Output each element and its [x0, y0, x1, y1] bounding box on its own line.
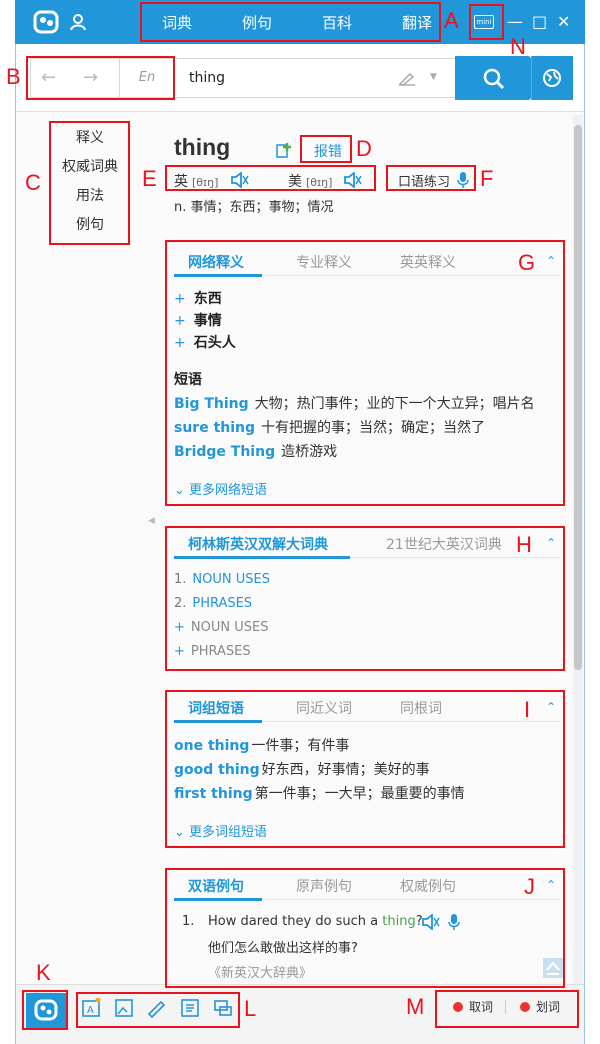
- annotation-box-n: [469, 4, 504, 40]
- youdao-logo-icon[interactable]: [33, 9, 59, 35]
- annotation-box-g: [165, 240, 565, 506]
- minimize-button[interactable]: —: [507, 12, 523, 32]
- annotation-box-e: [165, 165, 376, 191]
- add-to-wordbook-icon[interactable]: [276, 142, 292, 158]
- annotation-label-h: H: [516, 532, 532, 557]
- annotation-box-i: [165, 690, 565, 848]
- annotation-label-a: A: [444, 8, 459, 33]
- annotation-label-k: K: [36, 960, 51, 985]
- annotation-box-f: [386, 165, 476, 191]
- annotation-label-c: C: [25, 170, 41, 195]
- handwriting-icon[interactable]: [398, 70, 416, 86]
- annotation-label-j: J: [524, 874, 535, 899]
- annotation-box-a: [140, 2, 441, 42]
- user-icon[interactable]: [68, 12, 88, 32]
- collapse-side-icon[interactable]: ◀: [148, 516, 156, 536]
- annotation-label-d: D: [356, 136, 372, 161]
- annotation-box-l: [76, 992, 240, 1028]
- annotation-label-b: B: [6, 64, 21, 89]
- annotation-box-b: [26, 56, 175, 100]
- annotation-box-m: [435, 990, 579, 1028]
- globe-icon: [543, 69, 561, 87]
- web-search-button[interactable]: [531, 56, 573, 100]
- maximize-button[interactable]: □: [532, 12, 547, 32]
- annotation-label-e: E: [142, 166, 157, 191]
- chevron-down-icon[interactable]: ▼: [430, 72, 437, 82]
- annotation-label-f: F: [480, 166, 494, 191]
- annotation-box-c: [49, 121, 130, 245]
- annotation-label-i: I: [524, 697, 531, 722]
- annotation-label-g: G: [518, 250, 536, 275]
- annotation-box-d: [300, 135, 352, 163]
- search-button[interactable]: [455, 56, 531, 100]
- annotation-box-h: [165, 526, 565, 671]
- annotation-label-m: M: [406, 994, 425, 1019]
- annotation-box-j: [165, 868, 565, 988]
- scrollbar-thumb[interactable]: [574, 125, 582, 670]
- close-button[interactable]: ✕: [557, 12, 570, 32]
- basic-definition: n. 事情；东西；事物；情况: [174, 200, 334, 215]
- annotation-label-n: N: [510, 34, 526, 59]
- headword: thing: [174, 134, 231, 160]
- search-icon: [483, 68, 505, 90]
- annotation-label-l: L: [244, 996, 257, 1021]
- annotation-box-k: [22, 990, 68, 1030]
